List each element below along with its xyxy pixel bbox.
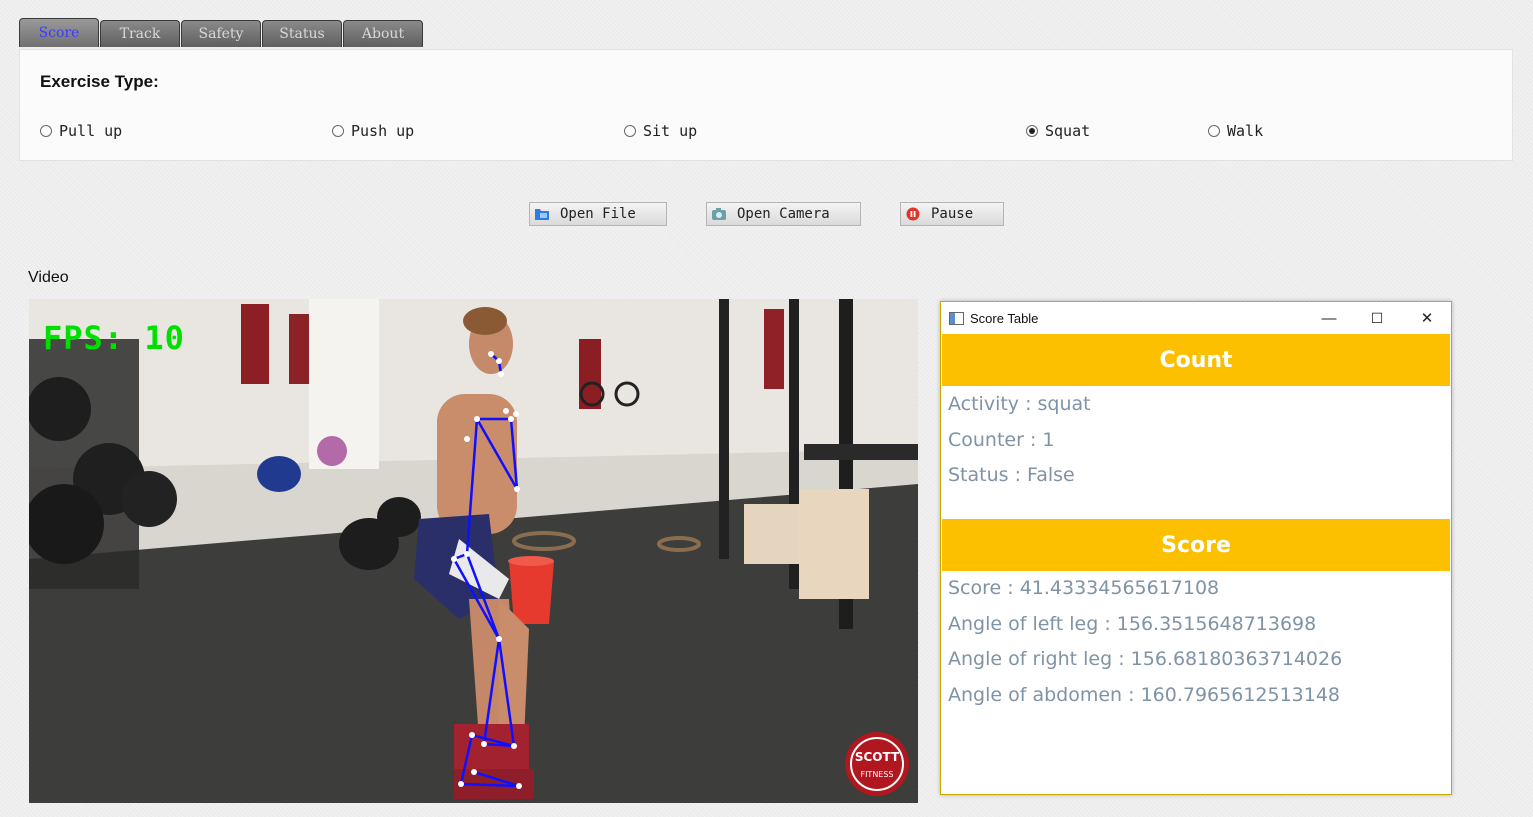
pause-label: Pause — [931, 206, 974, 222]
exercise-type-title: Exercise Type: — [40, 72, 159, 91]
tab-safety[interactable]: Safety — [181, 20, 261, 47]
open-camera-label: Open Camera — [737, 206, 830, 222]
video-label: Video — [28, 269, 69, 286]
radio-indicator[interactable] — [1026, 125, 1038, 137]
radio-indicator[interactable] — [40, 125, 52, 137]
tab-score[interactable]: Score — [19, 18, 99, 47]
radio-squat[interactable]: Squat — [1026, 122, 1090, 140]
right-leg-angle-text: Angle of right leg : 156.68180363714026 — [948, 648, 1343, 670]
score-header: Score — [942, 519, 1450, 571]
open-file-button[interactable]: Open File — [529, 202, 667, 226]
svg-text:SCOTT: SCOTT — [855, 750, 900, 764]
svg-text:FITNESS: FITNESS — [860, 770, 893, 779]
status-text: Status : False — [948, 464, 1075, 486]
video-frame: SCOTT FITNESS FPS: 10 — [29, 299, 918, 803]
count-header: Count — [942, 334, 1450, 386]
left-leg-angle-text: Angle of left leg : 156.3515648713698 — [948, 612, 1317, 635]
radio-push-up[interactable]: Push up — [332, 122, 414, 140]
pause-icon — [905, 207, 921, 221]
radio-label: Sit up — [643, 122, 698, 140]
open-file-label: Open File — [560, 206, 636, 222]
window-titlebar[interactable]: Score Table — ☐ ✕ — [941, 302, 1451, 334]
tab-bar: Score Track Safety Status About — [19, 18, 424, 47]
radio-indicator[interactable] — [332, 125, 344, 137]
activity-text: Activity : squat — [948, 393, 1091, 415]
exercise-type-panel: Exercise Type: Pull up Push up Sit up Sq… — [19, 49, 1513, 161]
pause-button[interactable]: Pause — [900, 202, 1004, 226]
radio-label: Push up — [351, 122, 415, 140]
camera-icon — [711, 207, 727, 221]
radio-indicator[interactable] — [624, 125, 636, 137]
fps-overlay: FPS: 10 — [43, 319, 185, 357]
tab-about[interactable]: About — [343, 20, 423, 47]
window-title: Score Table — [970, 310, 1039, 326]
radio-indicator[interactable] — [1208, 125, 1220, 137]
abdomen-angle-text: Angle of abdomen : 160.7965612513148 — [948, 683, 1341, 706]
folder-icon — [534, 207, 550, 221]
score-table-window: Score Table — ☐ ✕ Count Activity : squat… — [940, 301, 1452, 795]
radio-pull-up[interactable]: Pull up — [40, 122, 122, 140]
radio-sit-up[interactable]: Sit up — [624, 122, 697, 140]
maximize-icon[interactable]: ☐ — [1353, 302, 1401, 334]
app-icon — [949, 311, 964, 325]
radio-label: Pull up — [59, 122, 123, 140]
scott-herman-logo: SCOTT FITNESS — [845, 732, 909, 796]
close-icon[interactable]: ✕ — [1403, 302, 1451, 334]
score-value-text: Score : 41.43334565617108 — [948, 577, 1220, 599]
minimize-icon[interactable]: — — [1305, 302, 1353, 334]
radio-label: Squat — [1045, 122, 1091, 140]
video-scene: SCOTT FITNESS — [29, 299, 918, 803]
counter-text: Counter : 1 — [948, 428, 1055, 451]
tab-status[interactable]: Status — [262, 20, 342, 47]
score-section: Score : 41.43334565617108 Angle of left … — [941, 571, 1451, 713]
open-camera-button[interactable]: Open Camera — [706, 202, 861, 226]
count-section: Activity : squat Counter : 1 Status : Fa… — [941, 386, 1451, 519]
radio-label: Walk — [1227, 122, 1264, 140]
tab-track[interactable]: Track — [100, 20, 180, 47]
radio-walk[interactable]: Walk — [1208, 122, 1263, 140]
